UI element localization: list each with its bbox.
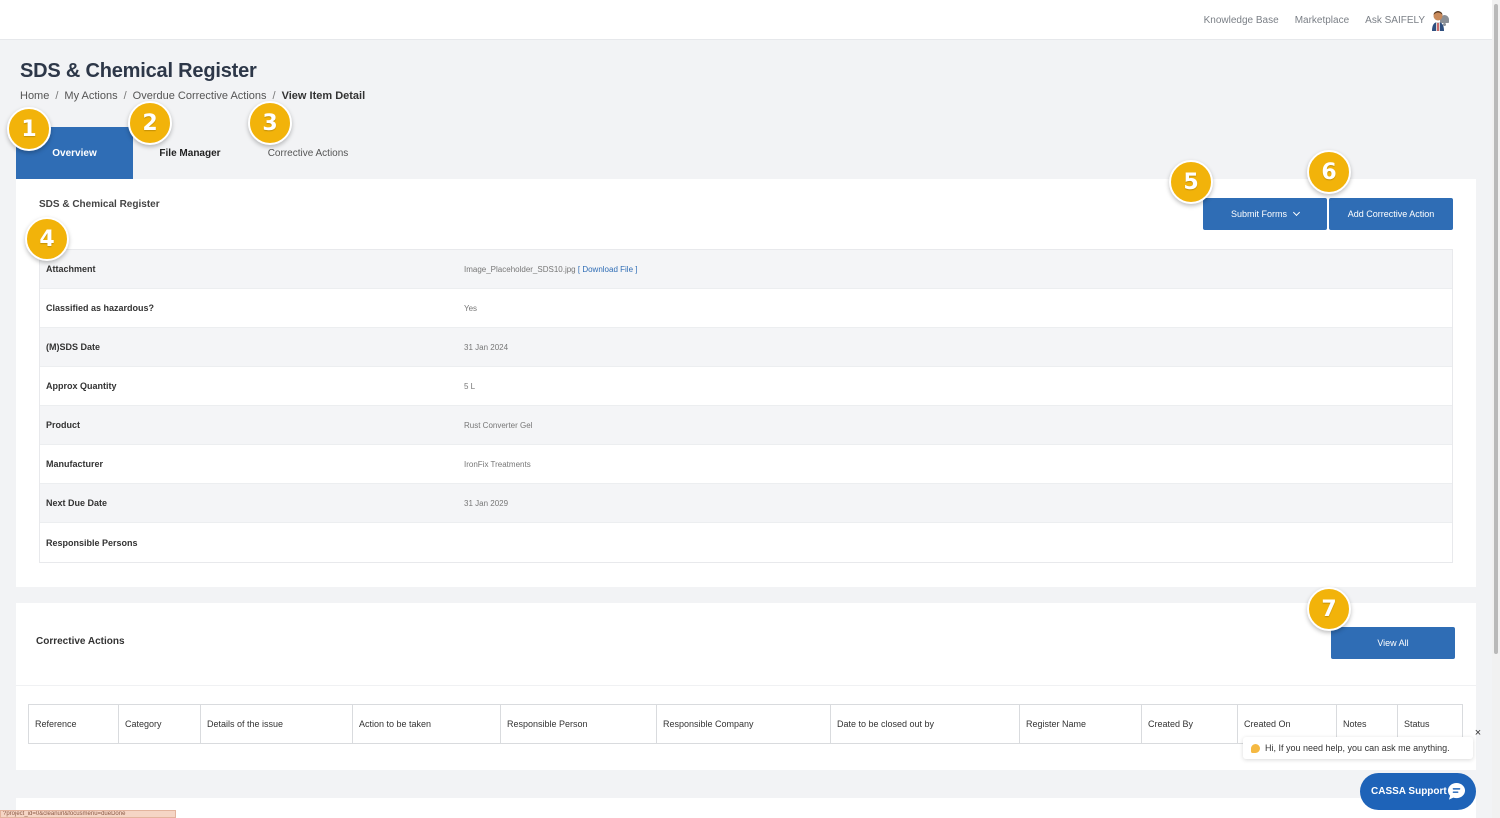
detail-label: Product — [46, 420, 81, 430]
corrective-actions-title: Corrective Actions — [36, 636, 125, 647]
detail-row: Manufacturer IronFix Treatments — [40, 445, 1452, 484]
detail-value: 31 Jan 2024 — [464, 342, 509, 352]
detail-row: (M)SDS Date 31 Jan 2024 — [40, 328, 1452, 367]
chat-bubble-icon — [1447, 782, 1466, 800]
cassa-support-button[interactable]: CASSA Support — [1360, 773, 1476, 810]
detail-label: Next Due Date — [46, 498, 108, 508]
detail-value: 31 Jan 2029 — [464, 498, 509, 508]
detail-label: (M)SDS Date — [46, 342, 101, 352]
column-header[interactable]: Created By — [1142, 705, 1238, 743]
annotation-badge-3: 3 — [248, 101, 292, 145]
detail-value: Image_Placeholder_SDS10.jpg [ Download F… — [464, 265, 637, 274]
status-url-bar: ?project_id=0&cleanurl&focusmenu=dueDone — [0, 810, 176, 818]
close-icon[interactable]: × — [1473, 728, 1483, 739]
submit-forms-label: Submit Forms — [1230, 209, 1287, 219]
detail-label: Manufacturer — [46, 459, 104, 469]
page-scrollbar[interactable] — [1492, 0, 1500, 818]
annotation-badge-7: 7 — [1307, 587, 1351, 631]
detail-row: Responsible Persons — [40, 523, 1452, 562]
column-header[interactable]: Action to be taken — [353, 705, 501, 743]
detail-row: Product Rust Converter Gel — [40, 406, 1452, 445]
column-header[interactable]: Details of the issue — [201, 705, 353, 743]
download-file-link[interactable]: [ Download File ] — [578, 265, 638, 274]
detail-row: Approx Quantity 5 L — [40, 367, 1452, 406]
annotation-badge-1: 1 — [7, 107, 51, 151]
detail-label: Approx Quantity — [46, 381, 117, 391]
detail-table: Attachment Image_Placeholder_SDS10.jpg [… — [39, 249, 1453, 563]
breadcrumb-home[interactable]: Home — [20, 90, 49, 102]
column-header[interactable]: Register Name — [1020, 705, 1142, 743]
breadcrumb: Home / My Actions / Overdue Corrective A… — [20, 90, 365, 102]
detail-value: 5 L — [464, 381, 476, 391]
column-header[interactable]: Date to be closed out by — [831, 705, 1020, 743]
divider — [16, 685, 1476, 686]
scrollbar-thumb[interactable] — [1494, 4, 1498, 654]
annotation-badge-4: 4 — [25, 217, 69, 261]
annotation-badge-6: 6 — [1307, 150, 1351, 194]
chat-tooltip[interactable]: Hi, If you need help, you can ask me any… — [1243, 737, 1473, 759]
page-title: SDS & Chemical Register — [20, 60, 257, 82]
annotation-badge-2: 2 — [128, 101, 172, 145]
top-bar: Knowledge Base Marketplace Ask SAIFELY — [0, 0, 1492, 40]
detail-card-title: SDS & Chemical Register — [39, 199, 160, 210]
marketplace-link[interactable]: Marketplace — [1295, 15, 1349, 26]
detail-row: Next Due Date 31 Jan 2029 — [40, 484, 1452, 523]
add-corrective-action-button[interactable]: Add Corrective Action — [1329, 198, 1453, 230]
breadcrumb-separator: / — [55, 90, 59, 102]
detail-label: Attachment — [46, 264, 96, 274]
avatar[interactable] — [1430, 10, 1446, 32]
detail-row: Classified as hazardous? Yes — [40, 289, 1452, 328]
submit-forms-button[interactable]: Submit Forms — [1203, 198, 1327, 230]
breadcrumb-current: View Item Detail — [281, 90, 366, 102]
breadcrumb-separator: / — [272, 90, 276, 102]
support-label: CASSA Support — [1371, 786, 1447, 797]
attachment-filename: Image_Placeholder_SDS10.jpg — [464, 264, 576, 274]
detail-value: IronFix Treatments — [464, 459, 531, 469]
column-header[interactable]: Responsible Person — [501, 705, 657, 743]
column-header[interactable]: Category — [119, 705, 201, 743]
knowledge-base-link[interactable]: Knowledge Base — [1204, 15, 1279, 26]
waving-hand-icon — [1251, 743, 1260, 753]
detail-row: Attachment Image_Placeholder_SDS10.jpg [… — [40, 250, 1452, 289]
breadcrumb-my-actions[interactable]: My Actions — [64, 90, 117, 102]
detail-value: Yes — [464, 303, 478, 313]
chat-tooltip-text: Hi, If you need help, you can ask me any… — [1265, 743, 1450, 753]
detail-value: Rust Converter Gel — [464, 420, 533, 430]
breadcrumb-separator: / — [123, 90, 127, 102]
ask-saifely-link[interactable]: Ask SAIFELY — [1365, 15, 1425, 26]
top-links: Knowledge Base Marketplace Ask SAIFELY — [1204, 0, 1450, 40]
bottom-card — [16, 798, 1476, 818]
detail-label: Classified as hazardous? — [46, 303, 155, 313]
chevron-down-icon — [1292, 208, 1301, 217]
column-header[interactable]: Reference — [29, 705, 119, 743]
column-header[interactable]: Responsible Company — [657, 705, 831, 743]
detail-label: Responsible Persons — [46, 537, 138, 548]
annotation-badge-5: 5 — [1169, 160, 1213, 204]
view-all-button[interactable]: View All — [1331, 627, 1455, 659]
